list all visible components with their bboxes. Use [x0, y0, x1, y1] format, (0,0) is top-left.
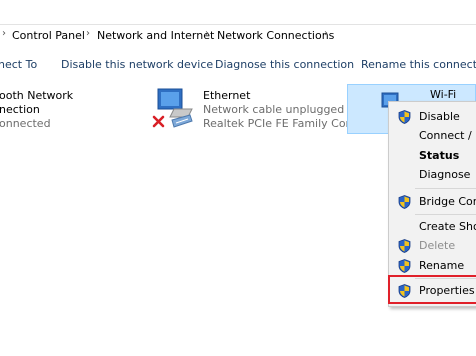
disable-device-button[interactable]: Disable this network device [61, 58, 213, 71]
menu-item-delete: Delete [389, 236, 476, 256]
connect-to-button[interactable]: nect To [0, 58, 37, 71]
bluetooth-title-line1: ooth Network [0, 89, 74, 102]
menu-item-create-shortcut[interactable]: Create Short [389, 217, 476, 237]
ethernet-status: Network cable unplugged [203, 103, 345, 116]
menu-label-disable: Disable [419, 110, 460, 123]
uac-shield-icon [398, 259, 411, 273]
menu-label-bridge: Bridge Conn [419, 195, 476, 208]
uac-shield-icon [398, 110, 411, 124]
menu-item-rename[interactable]: Rename [389, 256, 476, 276]
menu-item-disable[interactable]: Disable [389, 107, 476, 127]
chevron-right-icon[interactable]: › [86, 28, 90, 39]
menu-label-diagnose: Diagnose [419, 168, 471, 181]
title-bar: s [0, 0, 476, 24]
rename-connection-button[interactable]: Rename this connection [361, 58, 476, 71]
menu-separator [415, 214, 476, 215]
breadcrumb-control-panel[interactable]: Control Panel [12, 29, 85, 42]
menu-item-status[interactable]: Status [389, 146, 476, 166]
ethernet-title: Ethernet [203, 89, 251, 102]
menu-item-diagnose[interactable]: Diagnose [389, 165, 476, 185]
uac-shield-icon [398, 239, 411, 253]
breadcrumb-network-connections[interactable]: Network Connections [217, 29, 334, 42]
chevron-right-icon: › [2, 28, 6, 39]
chevron-right-icon[interactable]: › [205, 28, 209, 39]
menu-item-bridge[interactable]: Bridge Conn [389, 192, 476, 212]
bluetooth-title-line2: nection [0, 103, 40, 116]
breadcrumb: › Control Panel › Network and Internet ›… [0, 24, 476, 48]
menu-item-connect[interactable]: Connect / D [389, 126, 476, 146]
menu-label-delete: Delete [419, 239, 456, 252]
diagnose-connection-button[interactable]: Diagnose this connection [215, 58, 354, 71]
menu-label-rename: Rename [419, 259, 465, 272]
command-bar: nect To Disable this network device Diag… [0, 47, 476, 81]
bluetooth-status: onnected [0, 117, 51, 130]
disconnected-x-icon [152, 115, 165, 128]
connections-list: ooth Network nection onnected Ethernet N… [0, 81, 476, 356]
properties-highlight-box [388, 275, 476, 304]
menu-label-connect: Connect / D [419, 129, 476, 142]
uac-shield-icon [398, 195, 411, 209]
breadcrumb-network-internet[interactable]: Network and Internet [97, 29, 214, 42]
ethernet-device: Realtek PCIe FE Family Con... [203, 117, 364, 130]
menu-separator [415, 188, 476, 189]
wifi-title: Wi-Fi [430, 88, 457, 101]
menu-label-create-shortcut: Create Short [419, 220, 476, 233]
chevron-right-icon[interactable]: › [324, 28, 328, 39]
menu-label-status: Status [419, 149, 460, 162]
